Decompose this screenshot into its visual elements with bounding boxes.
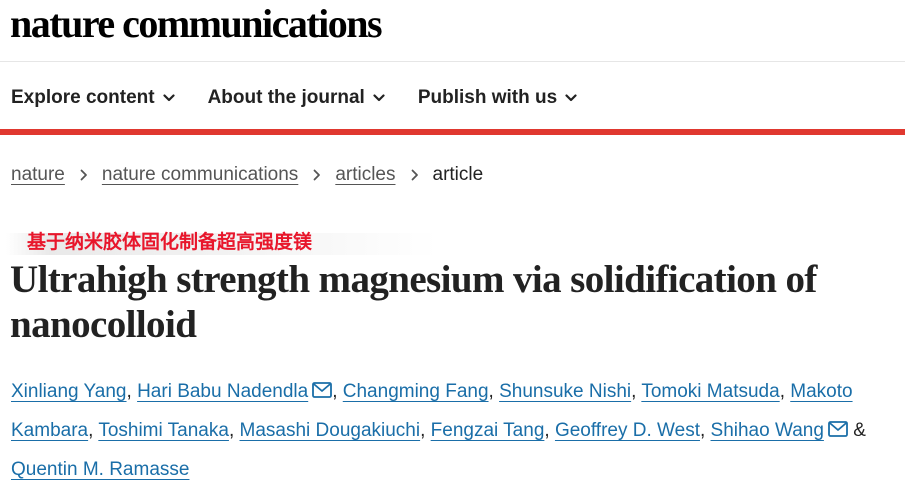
author-link[interactable]: Tomoki Matsuda: [641, 381, 779, 402]
main-nav: Explore content About the journal Publis…: [11, 84, 610, 112]
article-title: Ultrahigh strength magnesium via solidif…: [10, 258, 817, 346]
nav-explore-content[interactable]: Explore content: [11, 87, 175, 109]
author-separator: ,: [126, 381, 132, 402]
chinese-caption-overlay: 基于纳米胶体固化制备超高强度镁: [27, 231, 313, 253]
author-link[interactable]: Changming Fang: [343, 381, 489, 402]
nav-item-label: About the journal: [207, 87, 365, 108]
site-logo[interactable]: nature communications: [10, 2, 383, 46]
author-separator: ,: [631, 381, 637, 402]
nav-item-label: Explore content: [11, 87, 155, 108]
chevron-right-icon: [312, 169, 322, 181]
author-separator: ,: [420, 420, 426, 441]
breadcrumb-nature-communications[interactable]: nature communications: [102, 164, 298, 186]
author-link[interactable]: Xinliang Yang: [11, 381, 127, 402]
chevron-down-icon: [373, 92, 385, 104]
mail-icon[interactable]: [312, 373, 333, 398]
author-separator: ,: [488, 381, 494, 402]
chevron-right-icon: [79, 169, 89, 181]
nav-publish-with-us[interactable]: Publish with us: [418, 87, 577, 109]
nav-about-the-journal[interactable]: About the journal: [208, 87, 385, 109]
author-last-joiner: &: [853, 420, 866, 441]
author-list: Xinliang Yang, Hari Babu Nadendla, Chang…: [11, 372, 901, 489]
author-link[interactable]: Masashi Dougakiuchi: [240, 420, 421, 441]
author-link[interactable]: Toshimi Tanaka: [98, 420, 229, 441]
author-separator: ,: [544, 420, 550, 441]
header-divider: [0, 61, 905, 62]
author-link[interactable]: Quentin M. Ramasse: [11, 459, 189, 480]
mail-icon[interactable]: [828, 412, 848, 437]
author-separator: ,: [332, 381, 338, 402]
chevron-down-icon: [565, 92, 577, 104]
breadcrumb-articles[interactable]: articles: [335, 164, 395, 186]
author-link[interactable]: Geoffrey D. West: [555, 420, 700, 441]
author-separator: ,: [228, 420, 235, 441]
breadcrumb: nature nature communications articles ar…: [11, 162, 483, 188]
author-link[interactable]: Fengzai Tang: [431, 420, 545, 441]
author-separator: ,: [88, 420, 94, 441]
author-link[interactable]: Hari Babu Nadendla: [137, 381, 308, 402]
breadcrumb-current: article: [432, 164, 484, 185]
chevron-down-icon: [162, 92, 175, 104]
author-link[interactable]: Shunsuke Nishi: [499, 381, 631, 402]
brand-accent-bar: [0, 129, 905, 135]
chevron-right-icon: [410, 169, 420, 181]
author-separator: ,: [779, 381, 785, 402]
nav-item-label: Publish with us: [417, 87, 558, 108]
author-link[interactable]: Shihao Wang: [711, 420, 824, 441]
breadcrumb-nature[interactable]: nature: [11, 164, 65, 186]
author-separator: ,: [699, 420, 706, 441]
